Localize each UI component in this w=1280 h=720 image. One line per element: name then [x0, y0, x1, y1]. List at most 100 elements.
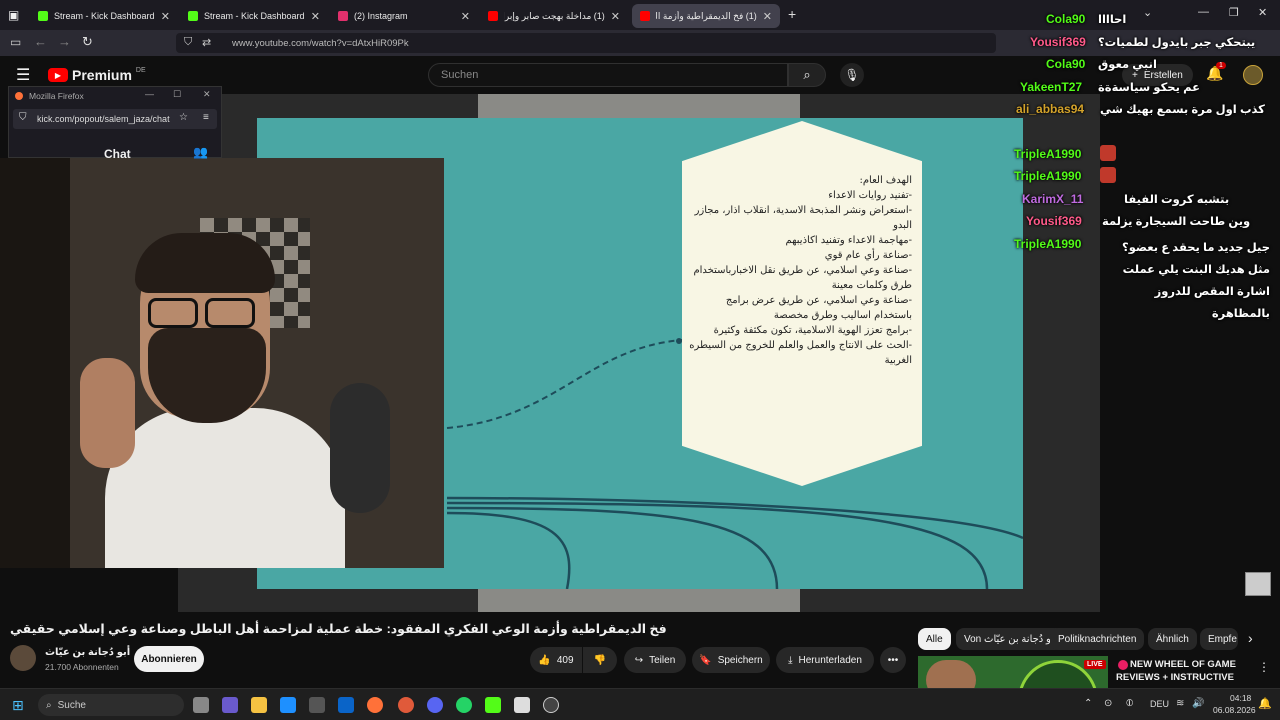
- avatar[interactable]: [1243, 65, 1263, 85]
- region-label: DE: [135, 66, 146, 74]
- save-button[interactable]: 🔖 Speichern: [692, 647, 770, 673]
- minimize-icon[interactable]: —: [145, 89, 154, 99]
- shield-icon[interactable]: ⛉: [184, 36, 192, 49]
- firefox-icon[interactable]: [367, 697, 383, 713]
- close-icon[interactable]: ✕: [611, 10, 620, 23]
- subscriber-count: 21.700 Abonnenten: [45, 662, 119, 672]
- app-window-icon[interactable]: [514, 697, 530, 713]
- copilot-icon[interactable]: [222, 697, 238, 713]
- youtube-icon: [640, 11, 650, 21]
- instagram-icon: [338, 11, 348, 21]
- chat-message: انبي معوق: [1098, 59, 1157, 71]
- outlook-icon[interactable]: [338, 697, 354, 713]
- url-bar[interactable]: ⛉ ⇄ www.youtube.com/watch?v=dAtxHiR09Pk: [176, 33, 996, 53]
- tray-chevron-icon[interactable]: ⌃: [1084, 698, 1092, 709]
- tab-instagram[interactable]: (2) Instagram ✕: [330, 4, 478, 28]
- recommended-thumbnail[interactable]: LIVE: [918, 656, 1108, 688]
- edge-icon[interactable]: [280, 697, 296, 713]
- share-button[interactable]: ↪ Teilen: [624, 647, 686, 673]
- reload-icon[interactable]: ↻: [82, 34, 93, 50]
- video-title: فخ الديمقراطية وأزمة الوعي الفكري المفقو…: [10, 621, 910, 636]
- minimize-icon[interactable]: —: [1198, 6, 1209, 18]
- media-player-icon[interactable]: [543, 697, 559, 713]
- thumbs-up-icon: 👍: [538, 654, 551, 666]
- chip-from-channel[interactable]: Von أبو دُجانة بن عيّاث: [956, 628, 1065, 650]
- star-icon[interactable]: ☆: [179, 112, 188, 123]
- tab-label: Stream - Kick Dashboard: [204, 11, 305, 21]
- chat-username: TripleA1990: [1014, 169, 1082, 183]
- play-logo-icon: ▶: [48, 68, 68, 82]
- mic-tray-icon[interactable]: ⦶: [1126, 698, 1133, 709]
- kick-icon: [188, 11, 198, 21]
- new-tab-icon[interactable]: +: [788, 6, 796, 22]
- window-close-icon[interactable]: ✕: [1258, 6, 1267, 19]
- kebab-icon[interactable]: ⋮: [1258, 660, 1270, 674]
- person-hand: [80, 358, 135, 468]
- channel-avatar[interactable]: [10, 645, 36, 671]
- windows-start-icon[interactable]: ⊞: [12, 697, 24, 714]
- chat-username: Yousif369: [1030, 35, 1086, 49]
- chat-message: عم يحكو سياسةةة: [1098, 82, 1200, 94]
- youtube-logo[interactable]: ▶ Premium DE: [48, 67, 146, 83]
- store-icon[interactable]: [309, 697, 325, 713]
- url-text: www.youtube.com/watch?v=dAtxHiR09Pk: [232, 37, 409, 49]
- chevron-down-icon[interactable]: ⌄: [1143, 6, 1152, 19]
- close-icon[interactable]: ✕: [461, 10, 470, 23]
- taskbar-search[interactable]: ⌕ Suche: [38, 694, 184, 716]
- search-button[interactable]: ⌕: [788, 63, 826, 87]
- mic-button[interactable]: 🎙: [840, 63, 864, 87]
- permissions-icon[interactable]: ⇄: [202, 36, 211, 49]
- download-button[interactable]: ⤓ Herunterladen: [776, 647, 874, 673]
- subscribe-label: Abonnieren: [141, 653, 197, 665]
- popup-close-icon[interactable]: ✕: [203, 89, 211, 100]
- menu-icon[interactable]: ☰: [16, 65, 30, 85]
- menu-icon[interactable]: ≡: [203, 112, 209, 123]
- overlay-widget: [1245, 572, 1271, 596]
- navigation-bar: ▭ ← → ↻ ⛉ ⇄ www.youtube.com/watch?v=dAtx…: [0, 30, 1280, 56]
- back-icon[interactable]: ←: [34, 34, 47, 49]
- clock-date[interactable]: 06.08.2026: [1213, 705, 1256, 715]
- close-icon[interactable]: ✕: [311, 10, 320, 23]
- channel-name[interactable]: أبو دُجانة بن عيّاث: [45, 647, 130, 658]
- tab-list-icon[interactable]: ▣: [8, 8, 19, 22]
- forward-icon[interactable]: →: [58, 34, 71, 49]
- bookmark-icon: 🔖: [699, 654, 712, 666]
- tab-kick-dashboard-2[interactable]: Stream - Kick Dashboard ✕: [180, 4, 328, 28]
- network-icon[interactable]: ⊙: [1104, 698, 1112, 709]
- notification-center-icon[interactable]: 🔔: [1258, 697, 1272, 710]
- maximize-icon[interactable]: ☐: [173, 89, 181, 100]
- wifi-icon[interactable]: ≋: [1176, 698, 1184, 709]
- app-icon[interactable]: [398, 697, 414, 713]
- whatsapp-icon[interactable]: [456, 697, 472, 713]
- file-explorer-icon[interactable]: [251, 697, 267, 713]
- chip-recommended[interactable]: Empfe: [1200, 628, 1238, 650]
- discord-icon[interactable]: [427, 697, 443, 713]
- tab-kick-dashboard-1[interactable]: Stream - Kick Dashboard ✕: [30, 4, 178, 28]
- emote-icon: [1100, 145, 1116, 161]
- dislike-button[interactable]: 👎: [583, 647, 617, 673]
- maximize-icon[interactable]: ❐: [1229, 6, 1239, 19]
- close-icon[interactable]: ✕: [161, 10, 170, 23]
- clock-time[interactable]: 04:18: [1230, 693, 1251, 703]
- like-button[interactable]: 👍 409: [530, 647, 582, 673]
- chip-similar[interactable]: Ähnlich: [1148, 628, 1197, 650]
- more-actions-button[interactable]: •••: [880, 647, 906, 673]
- search-input[interactable]: Suchen: [428, 63, 788, 87]
- tab-youtube-1[interactable]: (1) مداخلة بهجت صابر وإبراهيم ... ✕: [480, 4, 628, 28]
- subscribe-button[interactable]: Abonnieren: [134, 646, 204, 672]
- chip-politics[interactable]: Politiknachrichten: [1050, 628, 1145, 650]
- sidebar-icon[interactable]: ▭: [10, 35, 21, 49]
- notifications-button[interactable]: 🔔 1: [1206, 62, 1226, 82]
- language-indicator[interactable]: DEU: [1150, 699, 1169, 709]
- task-view-icon[interactable]: [193, 697, 209, 713]
- person-shirt: [105, 408, 345, 568]
- users-icon[interactable]: 👥: [193, 145, 208, 159]
- tab-youtube-active[interactable]: (1) فخ الديمقراطية وأزمة الوعي ... ✕: [632, 4, 780, 28]
- volume-icon[interactable]: 🔊: [1192, 698, 1204, 709]
- chip-all[interactable]: Alle: [918, 628, 951, 650]
- chevron-right-icon[interactable]: ›: [1248, 630, 1253, 646]
- kick-icon[interactable]: [485, 697, 501, 713]
- popup-url-bar[interactable]: ⛉ kick.com/popout/salem_jaza/chat ☆ ≡: [13, 109, 217, 129]
- close-icon[interactable]: ✕: [763, 10, 772, 23]
- chip-label: Politiknachrichten: [1058, 633, 1137, 645]
